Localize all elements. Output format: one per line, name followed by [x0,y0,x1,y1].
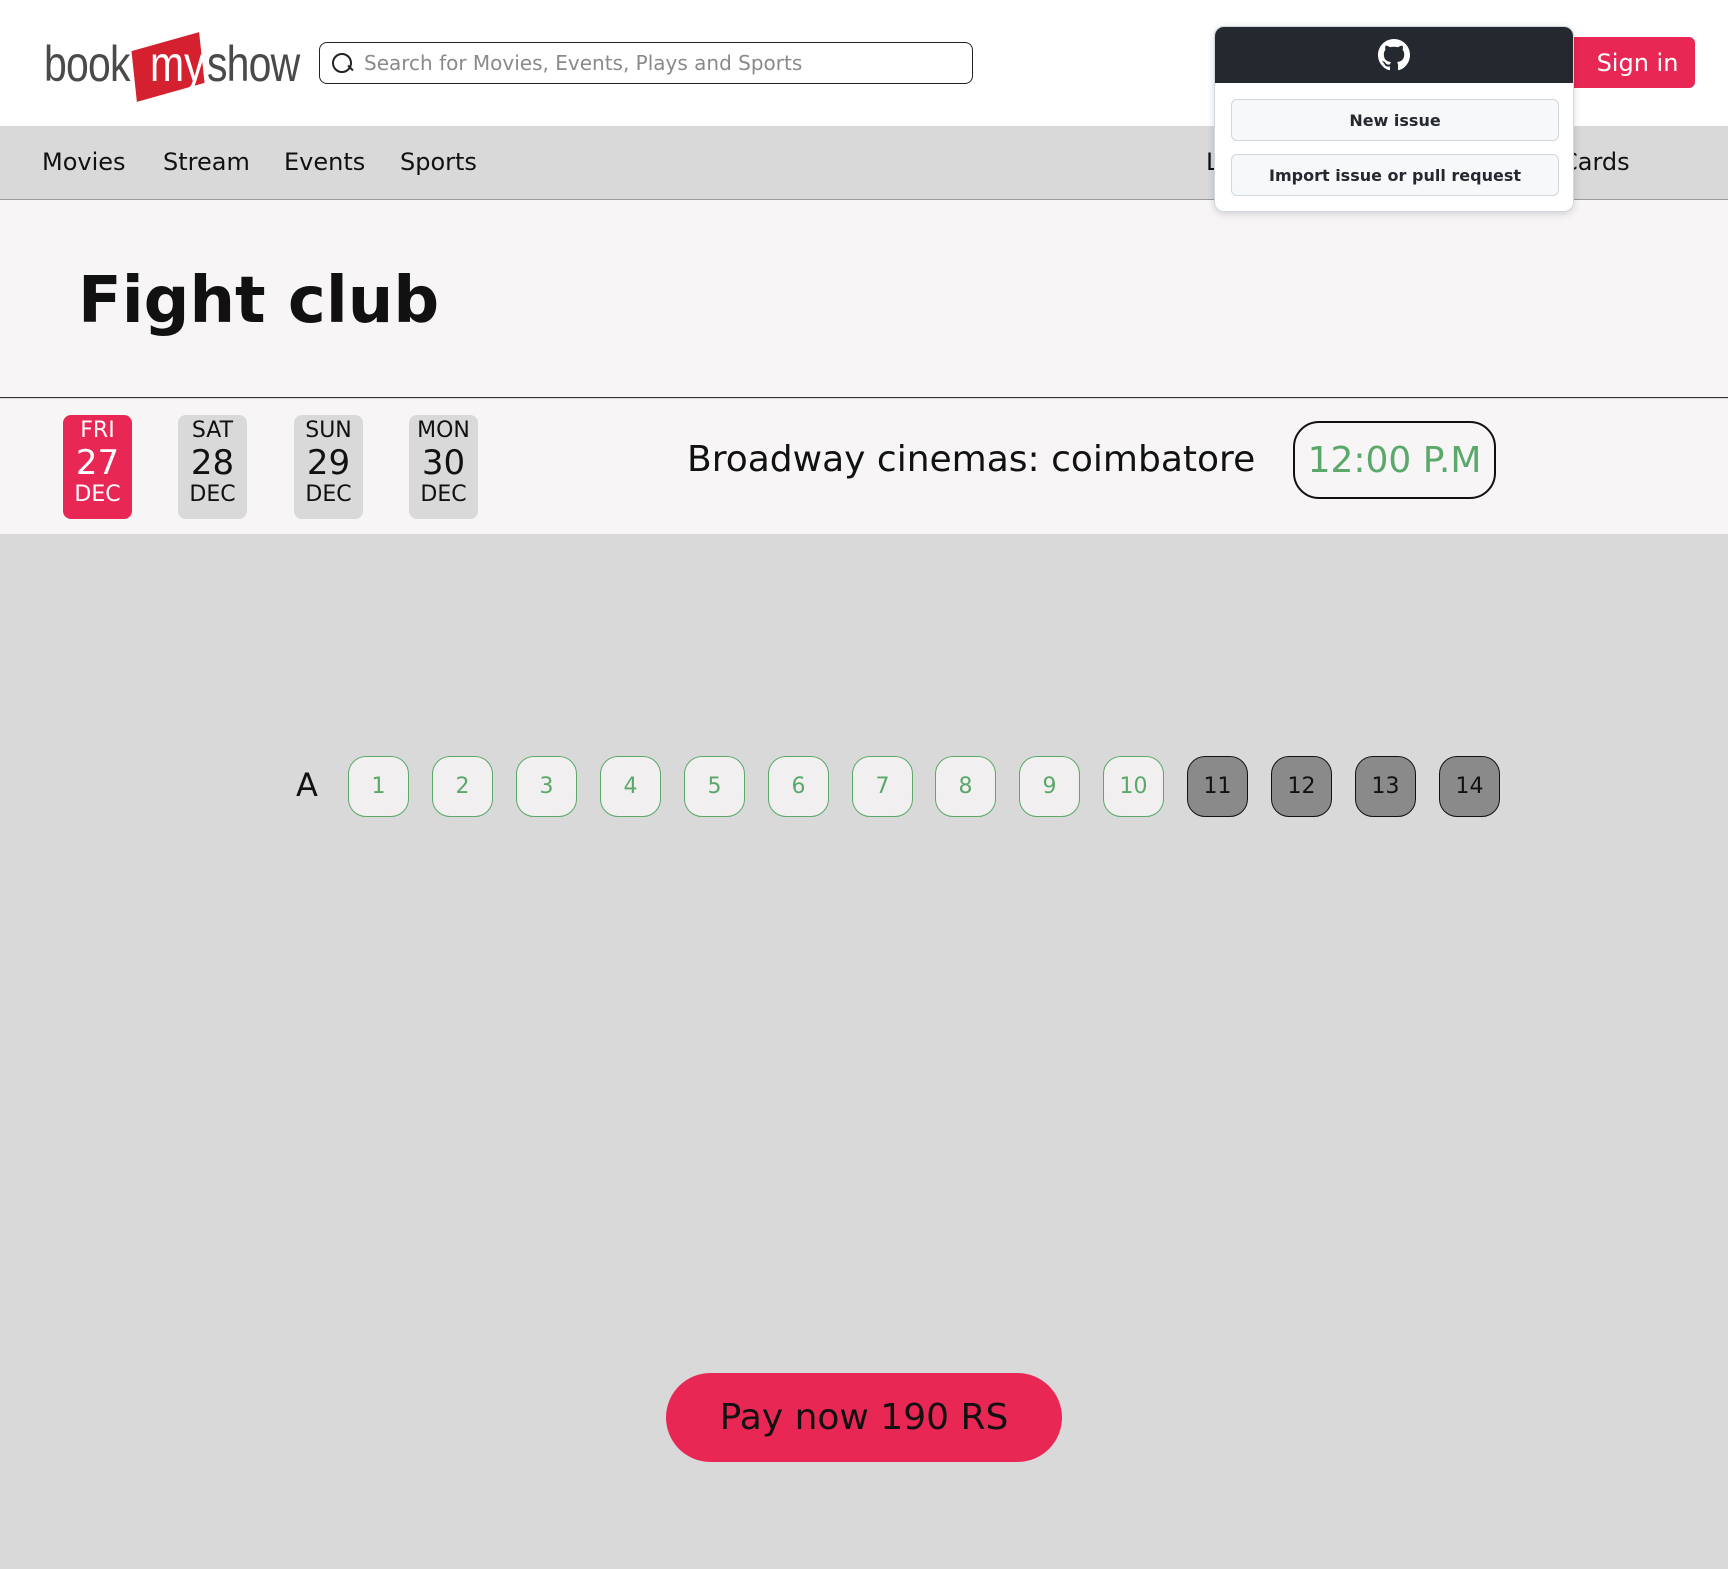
nav-item-stream[interactable]: Stream [163,148,250,176]
seat-a13: 13 [1355,756,1416,817]
seat-a6[interactable]: 6 [768,756,829,817]
date-dow: SAT [191,418,234,443]
seat-a7[interactable]: 7 [852,756,913,817]
seat-a14: 14 [1439,756,1500,817]
date-day: 30 [421,443,466,483]
seat-a9[interactable]: 9 [1019,756,1080,817]
logo-text-book: book [44,36,130,92]
nav-item-movies[interactable]: Movies [42,148,126,176]
date-month: DEC [189,482,236,507]
showtime-button[interactable]: 12:00 P.M [1293,421,1496,499]
row-label: A [296,766,318,804]
new-issue-button[interactable]: New issue [1231,99,1559,141]
seat-a11: 11 [1187,756,1248,817]
import-issue-button[interactable]: Import issue or pull request [1231,154,1559,196]
nav-item-events[interactable]: Events [284,148,365,176]
date-day: 28 [190,443,235,483]
seat-a3[interactable]: 3 [516,756,577,817]
date-day: 29 [306,443,351,483]
date-card-fri-27[interactable]: FRI 27 DEC [63,415,132,519]
seat-a8[interactable]: 8 [935,756,996,817]
seat-a10[interactable]: 10 [1103,756,1164,817]
seat-a2[interactable]: 2 [432,756,493,817]
date-card-sat-28[interactable]: SAT 28 DEC [178,415,247,519]
logo-text-show: show [207,36,300,92]
movie-header: Fight club [0,200,1728,398]
pay-now-button[interactable]: Pay now 190 RS [666,1373,1062,1462]
nav-item-sports[interactable]: Sports [400,148,477,176]
movie-title: Fight club [78,264,440,338]
date-month: DEC [420,482,467,507]
date-dow: MON [417,418,470,443]
seat-a12: 12 [1271,756,1332,817]
logo-text-my: my [150,36,206,92]
date-month: DEC [305,482,352,507]
date-day: 27 [75,443,120,483]
seat-a1[interactable]: 1 [348,756,409,817]
date-card-sun-29[interactable]: SUN 29 DEC [294,415,363,519]
seat-a4[interactable]: 4 [600,756,661,817]
github-popup: New issue Import issue or pull request [1214,26,1574,212]
search-icon [330,51,354,75]
date-card-mon-30[interactable]: MON 30 DEC [409,415,478,519]
bookmyshow-logo[interactable]: book my show [44,28,300,102]
date-selector: FRI 27 DEC SAT 28 DEC SUN 29 DEC MON 30 … [0,399,1728,534]
date-month: DEC [74,482,121,507]
date-dow: SUN [305,418,352,443]
search-bar[interactable] [319,42,973,84]
github-popup-header [1215,27,1573,83]
github-icon [1378,39,1410,71]
date-dow: FRI [80,418,115,443]
cinema-name: Broadway cinemas: coimbatore [687,439,1256,480]
search-input[interactable] [364,51,972,75]
seat-a5[interactable]: 5 [684,756,745,817]
